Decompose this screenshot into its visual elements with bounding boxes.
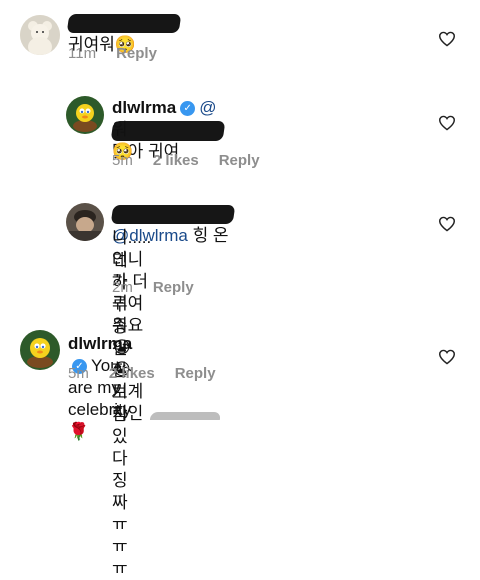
username[interactable]: dlwlrma xyxy=(68,334,132,353)
likes-count[interactable]: 2 likes xyxy=(109,365,155,382)
heart-outline-icon[interactable] xyxy=(438,216,456,232)
reply-button[interactable]: Reply xyxy=(116,45,157,62)
tweety-avatar-icon xyxy=(66,96,104,134)
likes-count[interactable]: 2 likes xyxy=(153,152,199,169)
reply-button[interactable]: Reply xyxy=(153,279,194,296)
heart-outline-icon[interactable] xyxy=(438,31,456,47)
heart-outline-icon[interactable] xyxy=(438,349,456,365)
user-avatar-icon xyxy=(66,203,104,241)
comment-meta: 5m 2 likes Reply xyxy=(68,365,216,382)
username[interactable]: dlwlrma xyxy=(112,98,176,117)
timestamp: 5m xyxy=(112,152,133,169)
redacted-username xyxy=(110,205,236,225)
timestamp: 5m xyxy=(68,365,89,382)
avatar[interactable] xyxy=(20,15,60,55)
comment-meta: 11m Reply xyxy=(68,45,157,62)
mention-at[interactable]: @ xyxy=(199,98,216,117)
redacted-username xyxy=(66,14,182,34)
timestamp: 11m xyxy=(68,45,97,62)
redacted-text xyxy=(150,411,220,420)
verified-badge-icon: ✓ xyxy=(180,101,196,117)
next-comment-cropped xyxy=(150,410,220,420)
tweety-avatar-icon xyxy=(20,330,60,370)
avatar[interactable] xyxy=(66,96,104,134)
heart-outline-icon[interactable] xyxy=(438,115,456,131)
reply-button[interactable]: Reply xyxy=(175,365,216,382)
timestamp: 2m xyxy=(112,279,133,296)
avatar[interactable] xyxy=(20,330,60,370)
comment-text: dlwlrma✓ You are my celebrity 🌹 xyxy=(68,333,132,443)
comment-meta: 5m 2 likes Reply xyxy=(112,152,260,169)
reply-button[interactable]: Reply xyxy=(219,152,260,169)
teddy-bear-avatar-icon xyxy=(20,15,60,55)
avatar[interactable] xyxy=(66,203,104,241)
comment-meta: 2m Reply xyxy=(112,279,194,296)
